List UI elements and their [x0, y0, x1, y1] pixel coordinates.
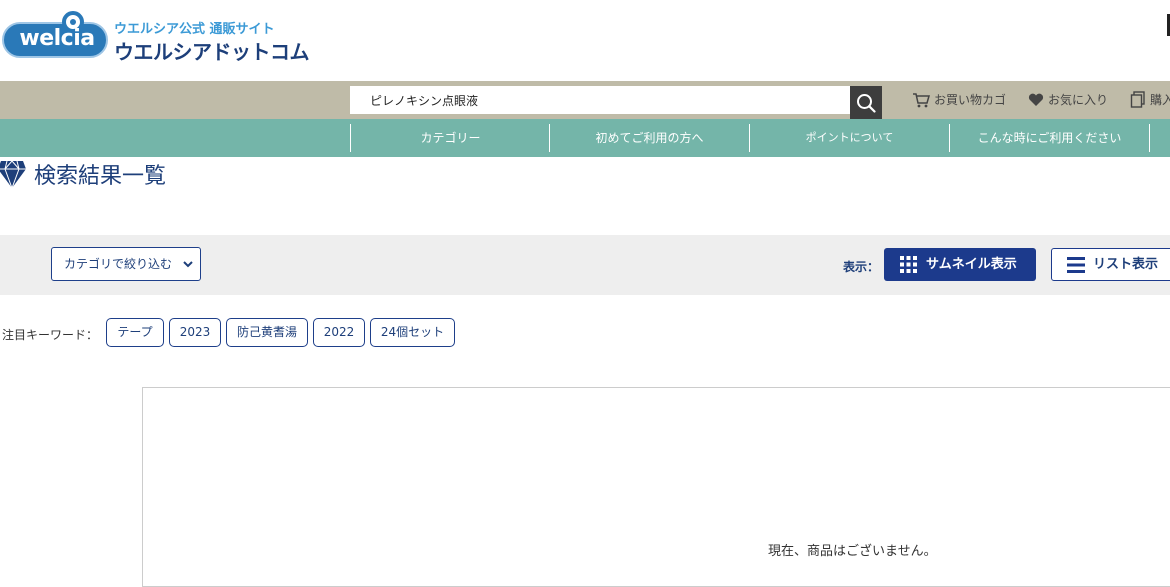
heart-icon [1028, 93, 1044, 106]
nav-item-first-time[interactable]: 初めてご利用の方へ [549, 124, 749, 152]
page-title-row: 検索結果一覧 [0, 157, 166, 191]
diamond-icon [0, 160, 26, 189]
logo-title: ウエルシアドットコム [114, 40, 310, 64]
empty-results-message: 現在、商品はございません。 [768, 544, 937, 559]
category-filter-label: カテゴリで絞り込む [64, 257, 173, 271]
list-view-button[interactable]: リスト表示 [1051, 248, 1170, 281]
nav-divider-end [1149, 124, 1170, 152]
thumbnail-view-label: サムネイル表示 [926, 257, 1017, 272]
results-panel [142, 387, 1170, 587]
logo-wordmark: welcia [19, 26, 95, 51]
thumbnail-view-button[interactable]: サムネイル表示 [884, 248, 1036, 281]
list-icon [1067, 257, 1085, 273]
main-nav: カテゴリー 初めてご利用の方へ ポイントについて こんな時にご利用ください [0, 119, 1170, 157]
search-button[interactable] [850, 86, 882, 119]
featured-keywords-label: 注目キーワード： [2, 328, 99, 342]
purchase-label: 購入 [1150, 93, 1170, 107]
keyword-chip[interactable]: 2023 [169, 318, 221, 347]
document-icon [1130, 91, 1145, 108]
cart-link[interactable]: お買い物カゴ [912, 91, 1006, 108]
filter-toolbar: カテゴリで絞り込む 表示： サムネイル表示 リスト表示 [0, 235, 1170, 295]
nav-item-category[interactable]: カテゴリー [350, 124, 550, 152]
cart-icon [913, 92, 930, 107]
cart-label: お買い物カゴ [934, 93, 1007, 107]
nav-item-usage[interactable]: こんな時にご利用ください [949, 124, 1149, 152]
logo-subtitle: ウエルシア公式 通販サイト [114, 22, 275, 37]
keyword-chip[interactable]: 防己黄耆湯 [226, 318, 308, 347]
keyword-chip[interactable]: テープ [106, 318, 164, 347]
favorites-label: お気に入り [1048, 93, 1109, 107]
display-mode-label: 表示： [843, 260, 880, 274]
search-icon [857, 94, 876, 113]
list-view-label: リスト表示 [1093, 257, 1159, 272]
chevron-down-icon [183, 261, 193, 268]
category-filter-select[interactable]: カテゴリで絞り込む [51, 247, 201, 281]
grid-icon [900, 256, 917, 273]
keyword-chip[interactable]: 2022 [313, 318, 365, 347]
nav-item-points[interactable]: ポイントについて [749, 124, 949, 152]
purchase-link[interactable]: 購入 [1130, 91, 1170, 108]
search-input[interactable] [350, 86, 850, 114]
search-band: お買い物カゴ お気に入り 購入 [0, 81, 1170, 119]
page-title: 検索結果一覧 [34, 164, 167, 189]
site-logo[interactable]: welcia ウエルシア公式 通販サイト ウエルシアドットコム [2, 10, 310, 66]
keyword-chip[interactable]: 24個セット [370, 318, 455, 347]
favorites-link[interactable]: お気に入り [1028, 91, 1108, 108]
